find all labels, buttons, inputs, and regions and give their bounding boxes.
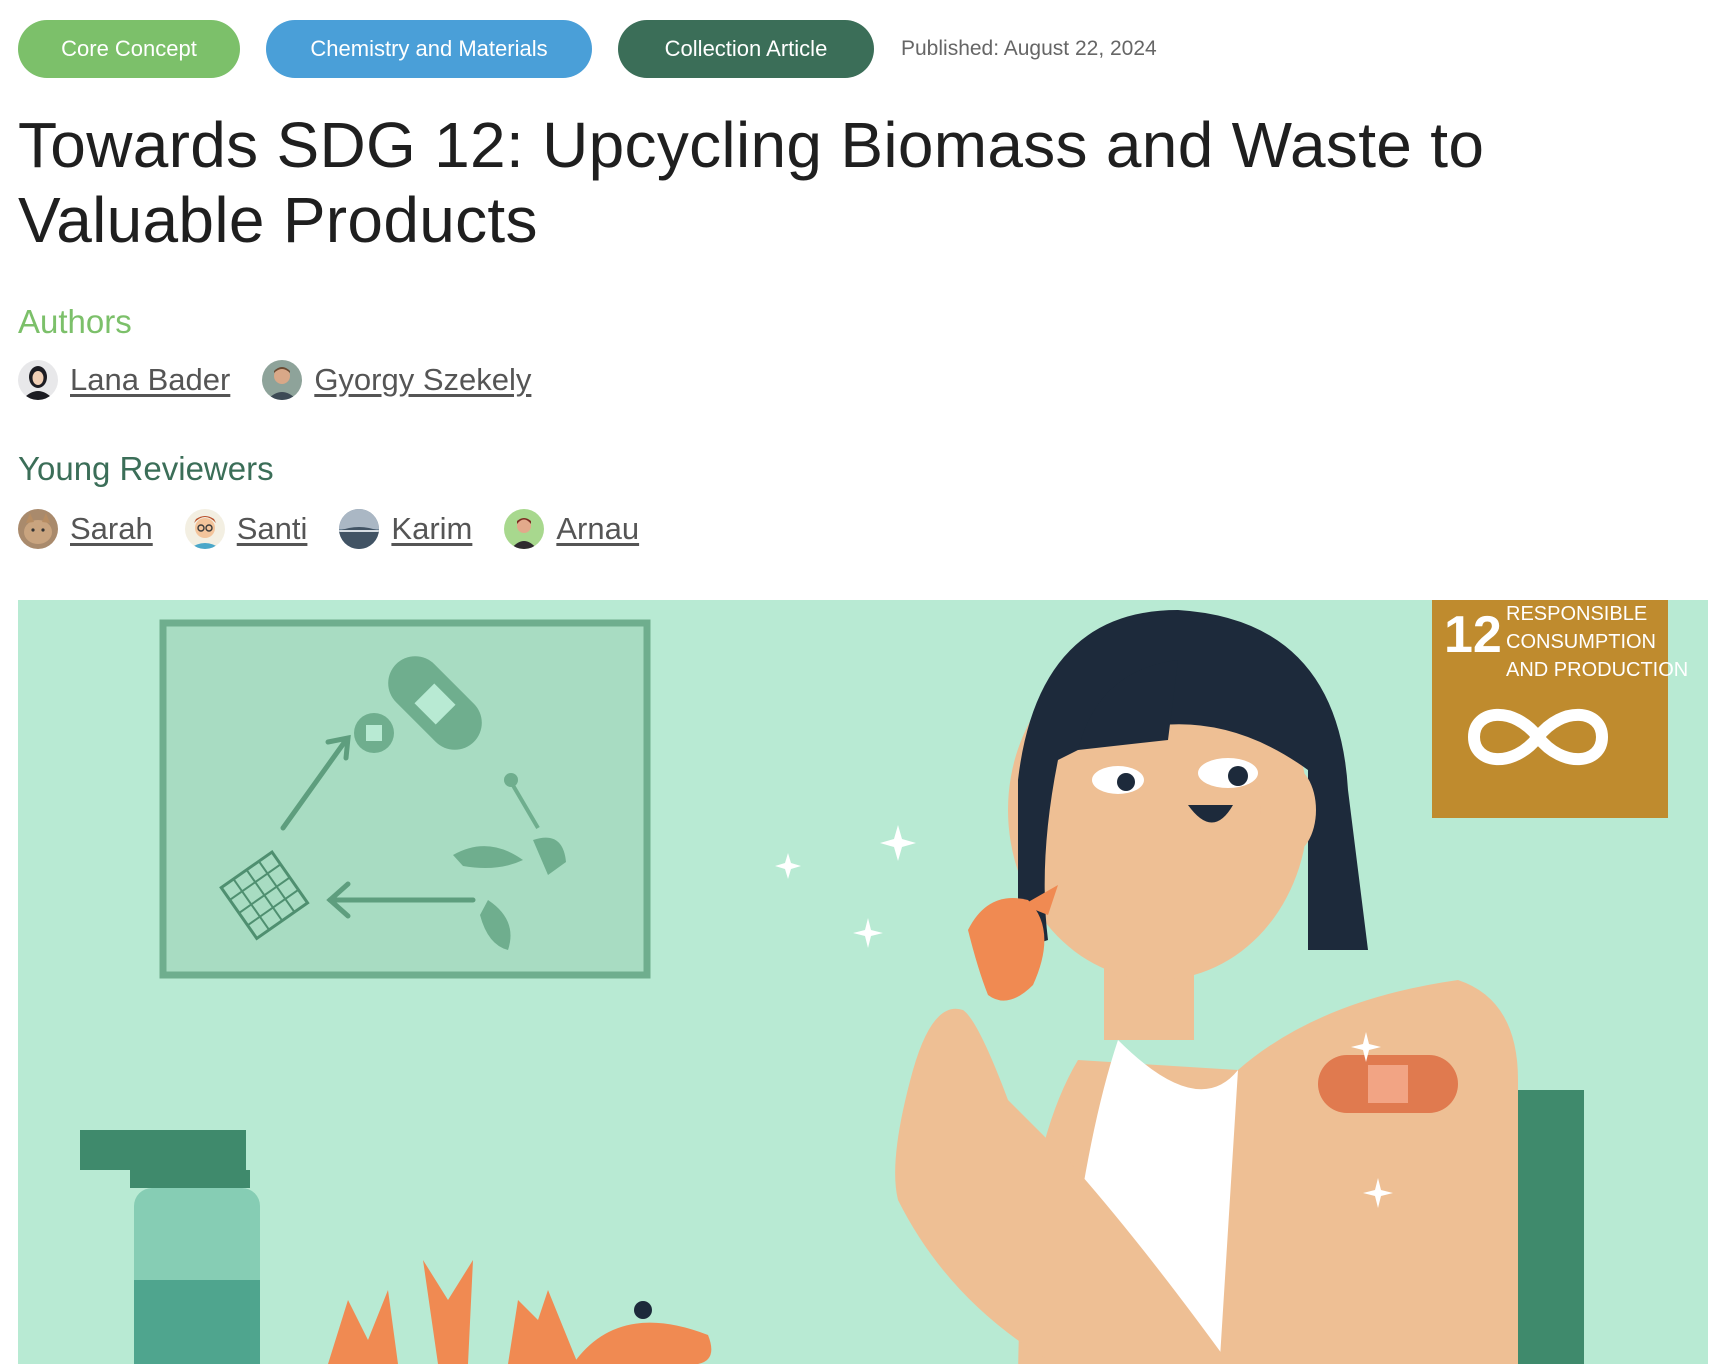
author-name[interactable]: Lana Bader	[70, 362, 230, 398]
illustration-svg: 12 RESPONSIBLE CONSUMPTION AND PRODUCTIO…	[80, 600, 1688, 1364]
reviewer-name[interactable]: Karim	[391, 511, 472, 547]
authors-heading: Authors	[18, 303, 132, 340]
published-date: Published: August 22, 2024	[901, 37, 1157, 60]
bottle-icon	[80, 1130, 260, 1364]
avatar	[262, 360, 303, 400]
sdg-number: 12	[1444, 606, 1502, 664]
reviewer-name[interactable]: Sarah	[70, 511, 153, 547]
authors-list: Lana Bader Gyorgy Szekely	[18, 358, 563, 402]
avatar	[504, 509, 545, 549]
reviewers-heading: Young Reviewers	[18, 450, 274, 487]
avatar	[18, 360, 58, 400]
avatar	[339, 509, 380, 549]
author-gyorgy-szekely[interactable]: Gyorgy Szekely	[262, 360, 531, 400]
tag-row: Core Concept Chemistry and Materials Col…	[18, 20, 1157, 78]
reviewer-sarah[interactable]: Sarah	[18, 509, 153, 549]
reviewer-santi[interactable]: Santi	[184, 509, 308, 549]
avatar	[184, 509, 225, 549]
sdg-line-3: AND PRODUCTION	[1506, 659, 1688, 681]
reviewer-name[interactable]: Santi	[237, 511, 308, 547]
sdg-line-2: CONSUMPTION	[1506, 631, 1656, 653]
article-title: Towards SDG 12: Upcycling Biomass and Wa…	[18, 109, 1485, 256]
shrimp-pile-icon	[328, 1260, 712, 1364]
shrimp-icon	[968, 885, 1058, 1001]
reviewer-name[interactable]: Arnau	[556, 511, 639, 547]
hero-illustration: 12 RESPONSIBLE CONSUMPTION AND PRODUCTIO…	[18, 600, 1708, 1364]
avatar	[18, 509, 58, 549]
chemistry-materials-tag[interactable]: Chemistry and Materials	[266, 20, 592, 78]
reviewer-karim[interactable]: Karim	[339, 509, 472, 549]
reviewer-arnau[interactable]: Arnau	[504, 509, 639, 549]
author-name[interactable]: Gyorgy Szekely	[314, 362, 531, 398]
author-lana-bader[interactable]: Lana Bader	[18, 360, 230, 400]
collection-article-tag[interactable]: Collection Article	[618, 20, 874, 78]
core-concept-tag[interactable]: Core Concept	[18, 20, 240, 78]
sdg-line-1: RESPONSIBLE	[1506, 603, 1647, 625]
reviewers-list: Sarah Santi Karim Arnau	[18, 507, 671, 551]
